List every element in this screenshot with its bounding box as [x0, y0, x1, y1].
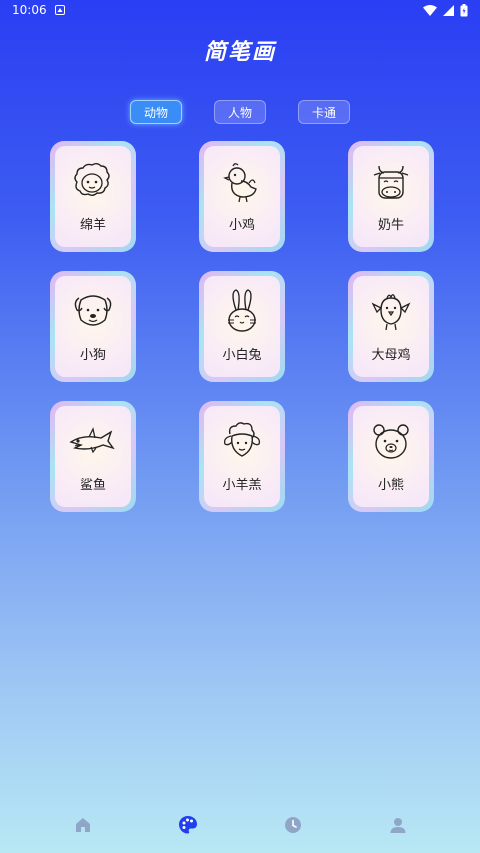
hen-icon: [371, 294, 411, 331]
sheep-icon: [74, 163, 110, 196]
drawing-grid: 绵羊 小鸡 奶牛 小狗 小白兔 大母鸡 鲨鱼 小羊羔 小熊: [50, 141, 434, 512]
signal-icon: [443, 4, 454, 16]
category-tabs: 动物 人物 卡通: [0, 100, 480, 124]
tab-people[interactable]: 人物: [214, 100, 266, 124]
wifi-icon: [423, 4, 437, 16]
bottom-nav: [0, 805, 480, 845]
card-dog[interactable]: 小狗: [50, 271, 136, 382]
tab-cartoon[interactable]: 卡通: [298, 100, 350, 124]
card-cow[interactable]: 奶牛: [348, 141, 434, 252]
card-label: 绵羊: [79, 218, 106, 233]
card-hen[interactable]: 大母鸡: [348, 271, 434, 382]
card-label: 小狗: [79, 348, 106, 363]
nav-home[interactable]: [53, 805, 113, 845]
shark-icon: [69, 427, 115, 454]
card-label: 鲨鱼: [79, 478, 106, 493]
battery-icon: [460, 3, 468, 17]
card-shark[interactable]: 鲨鱼: [50, 401, 136, 512]
status-bar: 10:06: [0, 0, 480, 20]
nav-draw[interactable]: [158, 805, 218, 845]
card-bear[interactable]: 小熊: [348, 401, 434, 512]
notification-icon: [54, 5, 65, 15]
card-label: 小羊羔: [222, 478, 262, 493]
profile-icon: [390, 818, 405, 833]
card-lamb[interactable]: 小羊羔: [199, 401, 285, 512]
card-label: 大母鸡: [371, 348, 411, 363]
tab-animals[interactable]: 动物: [130, 100, 182, 124]
palette-icon: [178, 816, 197, 834]
dog-icon: [74, 295, 112, 326]
clock-icon: [284, 817, 301, 833]
card-label: 小白兔: [222, 348, 262, 363]
nav-profile[interactable]: [368, 805, 428, 845]
cow-icon: [373, 165, 409, 199]
home-icon: [75, 818, 90, 832]
rabbit-icon: [228, 289, 256, 332]
card-label: 小鸡: [228, 218, 255, 233]
card-sheep[interactable]: 绵羊: [50, 141, 136, 252]
card-label: 奶牛: [377, 218, 404, 233]
page-title: 简笔画: [203, 40, 276, 65]
card-chick[interactable]: 小鸡: [199, 141, 285, 252]
bear-icon: [373, 424, 409, 459]
chick-icon: [223, 163, 257, 203]
nav-history[interactable]: [263, 805, 323, 845]
card-rabbit[interactable]: 小白兔: [199, 271, 285, 382]
lamb-icon: [223, 422, 261, 457]
status-time: 10:06: [12, 3, 47, 17]
card-label: 小熊: [377, 478, 404, 493]
